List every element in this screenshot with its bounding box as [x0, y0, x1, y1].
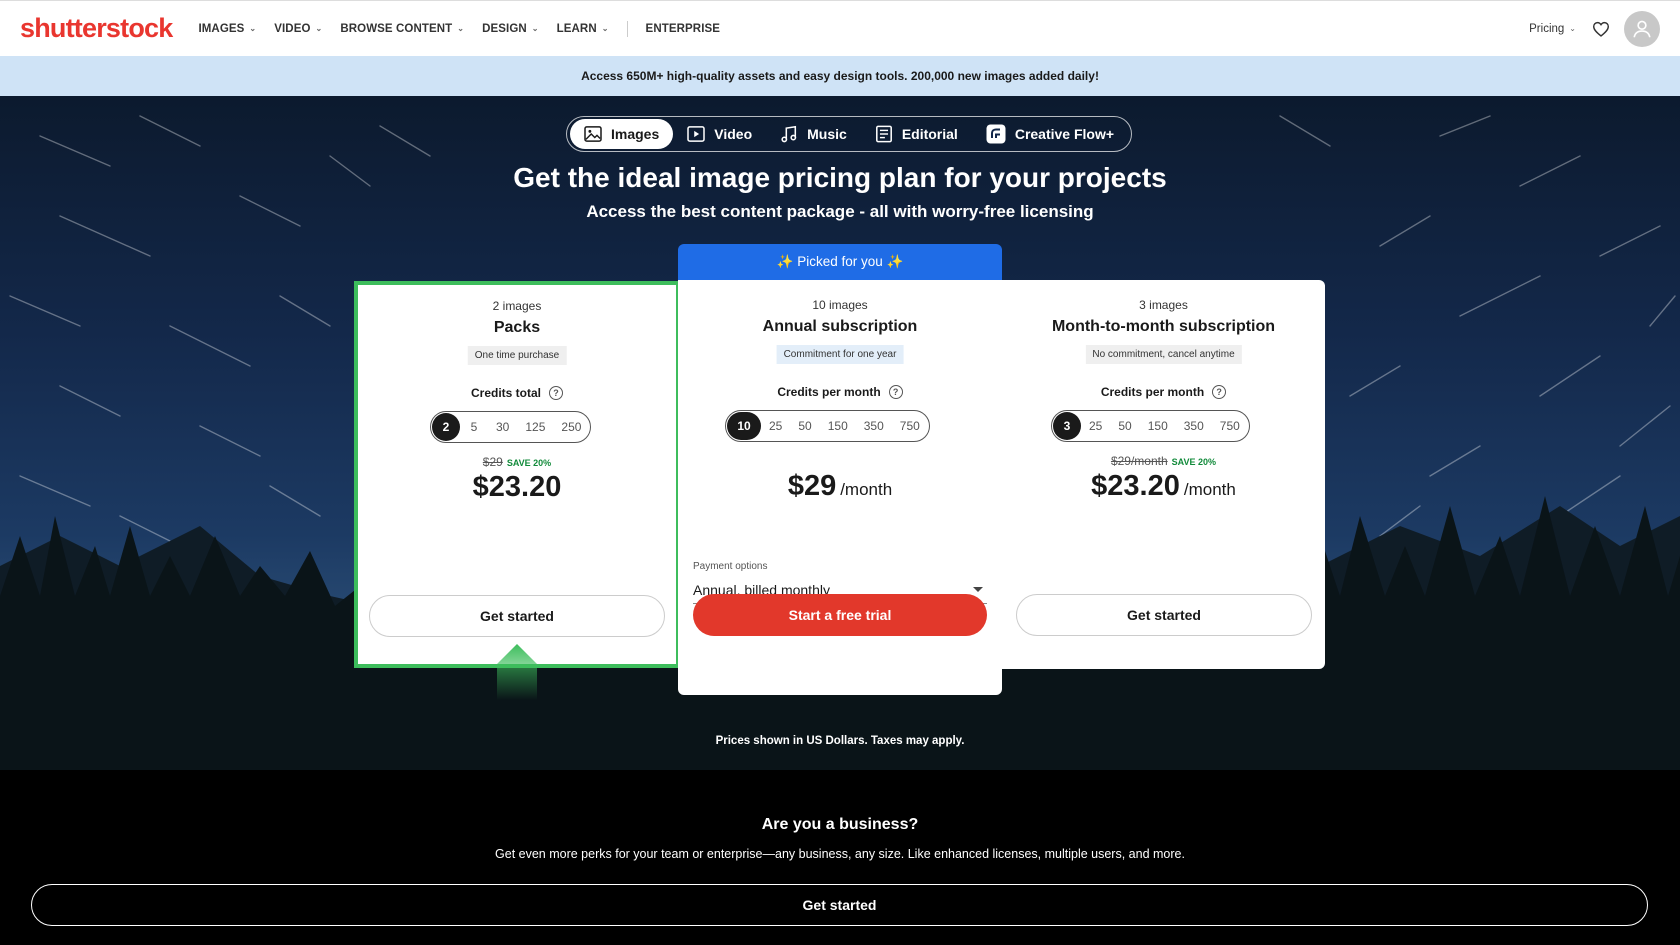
credit-option[interactable]: 150	[820, 412, 856, 440]
newspaper-icon	[875, 125, 892, 143]
credit-option[interactable]: 25	[761, 412, 790, 440]
credit-option[interactable]: 125	[517, 413, 553, 441]
pricing-hero: Images Video Music Editorial Creative Fl…	[0, 96, 1680, 770]
nav-item-browse-content[interactable]: BROWSE CONTENT ⌄	[340, 23, 464, 35]
credit-option[interactable]: 50	[790, 412, 819, 440]
plan-card-packs[interactable]: 2 images Packs One time purchase Credits…	[354, 281, 680, 668]
plan-card-month-to-month[interactable]: 3 images Month-to-month subscription No …	[1002, 280, 1325, 669]
save-badge: SAVE 20%	[1171, 457, 1217, 467]
nav-right: Pricing ⌄	[1529, 10, 1660, 47]
user-avatar-icon[interactable]	[1624, 10, 1660, 47]
plan-image-count: 2 images	[492, 299, 542, 313]
promo-banner: Access 650M+ high-quality assets and eas…	[0, 56, 1680, 96]
top-nav: shutterstock IMAGES ⌄ VIDEO ⌄ BROWSE CONTE…	[0, 0, 1680, 56]
content-type-tabs: Images Video Music Editorial Creative Fl…	[566, 116, 1133, 152]
get-started-button[interactable]: Get started	[369, 595, 665, 637]
help-icon[interactable]: ?	[549, 386, 563, 400]
page-subtitle: Access the best content package - all wi…	[586, 202, 1094, 221]
credits-label: Credits total?	[358, 386, 676, 400]
video-icon	[687, 126, 706, 142]
tab-images[interactable]: Images	[570, 119, 674, 149]
plan-name: Annual subscription	[762, 318, 918, 335]
plan-image-count: 3 images	[1139, 298, 1188, 312]
nav-menu: IMAGES ⌄ VIDEO ⌄ BROWSE CONTENT ⌄ DESIGN ⌄ L…	[198, 20, 738, 37]
original-price: $29/month SAVE 20%	[1110, 454, 1217, 468]
plan-name: Month-to-month subscription	[1051, 318, 1276, 335]
credit-option[interactable]: 350	[1176, 412, 1212, 440]
chevron-down-icon: ⌄	[457, 24, 465, 33]
tab-creative-flow[interactable]: Creative Flow+	[972, 119, 1128, 149]
credit-option[interactable]: 750	[1212, 412, 1248, 440]
credit-option[interactable]: 2	[432, 413, 460, 441]
nav-item-design[interactable]: DESIGN ⌄	[482, 23, 539, 35]
get-started-button[interactable]: Get started	[1016, 594, 1312, 636]
plan-card-annual[interactable]: 10 images Annual subscription Commitment…	[678, 280, 1002, 695]
original-price: $29 SAVE 20%	[482, 455, 552, 469]
arrow-up-icon	[497, 644, 537, 700]
heart-icon[interactable]	[1590, 18, 1612, 40]
chevron-down-icon: ⌄	[531, 24, 539, 33]
plan-name: Packs	[493, 319, 541, 336]
nav-item-video[interactable]: VIDEO ⌄	[274, 23, 322, 35]
credits-label: Credits per month?	[1002, 385, 1325, 399]
start-free-trial-button[interactable]: Start a free trial	[693, 594, 987, 636]
credits-label: Credits per month?	[678, 385, 1002, 399]
credit-option[interactable]: 150	[1140, 412, 1176, 440]
credit-option[interactable]: 30	[488, 413, 517, 441]
payment-options-label: Payment options	[693, 561, 768, 572]
credits-selector: 10 25 50 150 350 750	[725, 410, 930, 442]
plan-price: $23.20	[472, 471, 562, 503]
plan-badge: Commitment for one year	[776, 345, 904, 364]
plan-image-count: 10 images	[812, 298, 868, 312]
tab-editorial[interactable]: Editorial	[861, 119, 972, 149]
help-icon[interactable]: ?	[1212, 385, 1227, 399]
nav-item-images[interactable]: IMAGES ⌄	[198, 23, 256, 35]
help-icon[interactable]: ?	[888, 385, 903, 399]
nav-divider	[626, 20, 628, 37]
save-badge: SAVE 20%	[506, 458, 552, 468]
chevron-down-icon: ⌄	[249, 24, 257, 33]
shutterstock-logo[interactable]: shutterstock	[20, 13, 173, 44]
chevron-down-icon: ⌄	[1569, 24, 1576, 33]
credit-option[interactable]: 350	[856, 412, 892, 440]
business-get-started-button[interactable]: Get started	[31, 884, 1648, 926]
price-disclaimer: Prices shown in US Dollars. Taxes may ap…	[715, 735, 965, 747]
tab-music[interactable]: Music	[766, 119, 861, 149]
credits-selector: 3 25 50 150 350 750	[1051, 410, 1250, 442]
pricing-dropdown[interactable]: Pricing ⌄	[1529, 23, 1576, 35]
tab-video[interactable]: Video	[673, 119, 766, 149]
credits-selector: 2 5 30 125 250	[430, 411, 592, 443]
credit-option[interactable]: 50	[1110, 412, 1139, 440]
picked-for-you-banner: ✨ Picked for you ✨	[678, 244, 1002, 280]
plan-badge: No commitment, cancel anytime	[1085, 345, 1242, 364]
business-title: Are you a business?	[761, 816, 919, 833]
chevron-down-icon: ⌄	[601, 24, 609, 33]
plan-price: $23.20/month	[1091, 470, 1236, 502]
credit-option[interactable]: 10	[727, 412, 761, 440]
credit-option[interactable]: 25	[1081, 412, 1110, 440]
credit-option[interactable]: 250	[553, 413, 589, 441]
business-section: Are you a business? Get even more perks …	[0, 770, 1680, 945]
plan-price: $29/month	[787, 470, 893, 502]
plan-badge: One time purchase	[467, 346, 567, 365]
credit-option[interactable]: 5	[460, 413, 488, 441]
image-icon	[584, 126, 602, 142]
creative-flow-icon	[986, 124, 1006, 144]
music-note-icon	[781, 125, 797, 143]
credit-option[interactable]: 750	[892, 412, 928, 440]
page-title: Get the ideal image pricing plan for you…	[513, 162, 1167, 193]
chevron-down-icon: ⌄	[315, 24, 323, 33]
business-subtitle: Get even more perks for your team or ent…	[495, 847, 1185, 861]
credit-option[interactable]: 3	[1053, 412, 1081, 440]
nav-item-enterprise[interactable]: ENTERPRISE	[646, 23, 721, 35]
nav-item-learn[interactable]: LEARN ⌄	[557, 23, 609, 35]
dropdown-caret-icon	[973, 587, 983, 592]
